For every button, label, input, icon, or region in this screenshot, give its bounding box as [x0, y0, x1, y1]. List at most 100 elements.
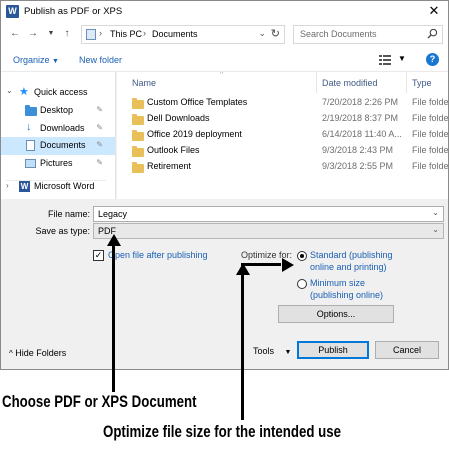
help-icon[interactable]: ? [426, 53, 439, 66]
chevron-down-icon[interactable]: ⌄ [432, 208, 439, 217]
tools-dropdown-icon: ▼ [284, 349, 292, 356]
file-row[interactable]: Custom Office Templates 7/20/2018 2:26 P… [117, 95, 448, 111]
nav-item-desktop[interactable]: Desktop ✎ [1, 102, 115, 119]
nav-label: Microsoft Word [34, 181, 95, 191]
address-row: ← → ▼ ↑ › This PC › Documents ⌄ ↻ Search… [1, 22, 448, 48]
folder-icon [132, 114, 144, 125]
file-name: Custom Office Templates [147, 97, 248, 107]
callout-2b-arrowhead [282, 258, 294, 272]
nav-item-quick-access[interactable]: ⌄ ★ Quick access [1, 84, 115, 101]
callout-2-arrow-branch [241, 263, 281, 266]
standard-label-1[interactable]: Standard (publishing [310, 250, 393, 261]
publish-button[interactable]: Publish [297, 341, 369, 359]
folder-icon [132, 146, 144, 157]
options-button[interactable]: Options... [278, 305, 394, 323]
breadcrumb-chevron-icon[interactable]: › [143, 28, 146, 38]
file-name-label: File name: [47, 209, 90, 219]
chevron-down-icon[interactable]: ⌄ [432, 225, 439, 234]
search-placeholder: Search Documents [300, 29, 377, 39]
file-date: 9/3/2018 2:43 PM [322, 145, 394, 155]
pin-icon: ✎ [96, 140, 103, 149]
minimum-size-radio[interactable] [297, 279, 307, 289]
column-divider[interactable] [406, 72, 407, 93]
recent-chevron-down-icon[interactable]: ▼ [45, 27, 57, 41]
minimum-label-1[interactable]: Minimum size [310, 278, 365, 289]
file-name: Office 2019 deployment [147, 129, 242, 139]
standard-label-2[interactable]: online and printing) [310, 262, 387, 273]
breadcrumb-this-pc[interactable]: This PC [110, 29, 142, 39]
view-dropdown-icon[interactable]: ▼ [398, 54, 406, 63]
desktop-icon [25, 105, 37, 116]
file-name: Retirement [147, 161, 192, 171]
file-name: Dell Downloads [147, 113, 210, 123]
file-row[interactable]: Retirement 9/3/2018 2:55 PM File folder [117, 159, 448, 175]
view-options-icon[interactable] [379, 55, 391, 65]
organize-button[interactable]: Organize ▼ [13, 55, 59, 65]
callout-1-arrow-line [112, 245, 115, 392]
callout-2-caption: Optimize file size for the intended use [103, 422, 341, 441]
file-row[interactable]: Outlook Files 9/3/2018 2:43 PM File fold… [117, 143, 448, 159]
file-type: File folder [412, 161, 448, 171]
nav-item-pictures[interactable]: Pictures ✎ [1, 155, 115, 172]
search-input[interactable]: Search Documents [293, 25, 443, 44]
file-row[interactable]: Dell Downloads 2/19/2018 8:37 PM File fo… [117, 111, 448, 127]
collapse-chevron-icon[interactable]: › [6, 181, 9, 190]
save-type-select[interactable]: PDF ⌄ [93, 223, 444, 239]
title-bar: W Publish as PDF or XPS ✕ [1, 1, 448, 22]
nav-label: Downloads [40, 123, 85, 133]
cancel-button[interactable]: Cancel [375, 341, 439, 359]
nav-item-downloads[interactable]: ↓ Downloads ✎ [1, 120, 115, 137]
open-after-checkbox[interactable]: ✓ [93, 250, 104, 261]
column-header-type[interactable]: Type [412, 78, 432, 88]
breadcrumb-documents[interactable]: Documents [152, 29, 198, 39]
minimum-label-2[interactable]: (publishing online) [310, 290, 383, 301]
address-bar[interactable]: › This PC › Documents ⌄ ↻ [81, 25, 285, 44]
file-type: File folder [412, 145, 448, 155]
file-type: File folder [412, 97, 448, 107]
close-icon[interactable]: ✕ [426, 3, 442, 19]
expand-chevron-icon[interactable]: ⌄ [6, 86, 13, 95]
publish-dialog: W Publish as PDF or XPS ✕ ← → ▼ ↑ › This… [0, 0, 449, 370]
file-date: 6/14/2018 11:40 A... [322, 129, 402, 139]
file-list: ^ Name Date modified Type Custom Office … [117, 72, 448, 199]
file-type: File folder [412, 113, 448, 123]
pictures-icon [25, 159, 36, 168]
file-row[interactable]: Office 2019 deployment 6/14/2018 11:40 A… [117, 127, 448, 143]
refresh-icon[interactable]: ↻ [271, 27, 280, 40]
breadcrumb-chevron-icon[interactable]: › [99, 28, 102, 38]
new-folder-button[interactable]: New folder [79, 55, 122, 65]
chevron-up-icon: ^ [9, 349, 13, 358]
hide-folders-button[interactable]: ^ Hide Folders [9, 348, 66, 358]
column-header-date[interactable]: Date modified [322, 78, 378, 88]
file-date: 2/19/2018 8:37 PM [322, 113, 399, 123]
nav-label: Documents [40, 140, 86, 150]
forward-arrow-icon[interactable]: → [27, 27, 39, 41]
search-icon [427, 28, 438, 39]
download-arrow-icon: ↓ [26, 121, 32, 133]
word-app-icon: W [6, 5, 19, 18]
folder-icon [132, 98, 144, 109]
address-dropdown-icon[interactable]: ⌄ [258, 28, 266, 39]
open-after-label[interactable]: Open file after publishing [108, 250, 208, 260]
file-name-input[interactable]: Legacy ⌄ [93, 206, 444, 222]
nav-item-documents[interactable]: Documents ✎ [1, 137, 115, 155]
column-header-name[interactable]: Name [132, 78, 156, 88]
column-divider[interactable] [316, 72, 317, 93]
file-name: Outlook Files [147, 145, 200, 155]
save-fields: File name: Legacy ⌄ Save as type: PDF ⌄ [1, 200, 448, 240]
file-type: File folder [412, 129, 448, 139]
star-icon: ★ [19, 86, 29, 98]
navigation-pane: ⌄ ★ Quick access Desktop ✎ ↓ Downloads ✎… [1, 72, 116, 199]
pin-icon: ✎ [96, 105, 103, 114]
document-icon [26, 140, 35, 151]
up-arrow-icon[interactable]: ↑ [61, 27, 73, 41]
standard-radio[interactable] [297, 251, 307, 261]
window-title: Publish as PDF or XPS [24, 6, 123, 17]
nav-label: Quick access [34, 87, 88, 97]
back-arrow-icon[interactable]: ← [9, 27, 21, 41]
organize-dropdown-icon: ▼ [52, 58, 59, 65]
nav-item-microsoft-word[interactable]: › W Microsoft Word [1, 178, 115, 195]
nav-label: Pictures [40, 158, 73, 168]
sort-ascending-icon: ^ [220, 72, 224, 78]
tools-button[interactable]: Tools ▼ [253, 346, 291, 356]
